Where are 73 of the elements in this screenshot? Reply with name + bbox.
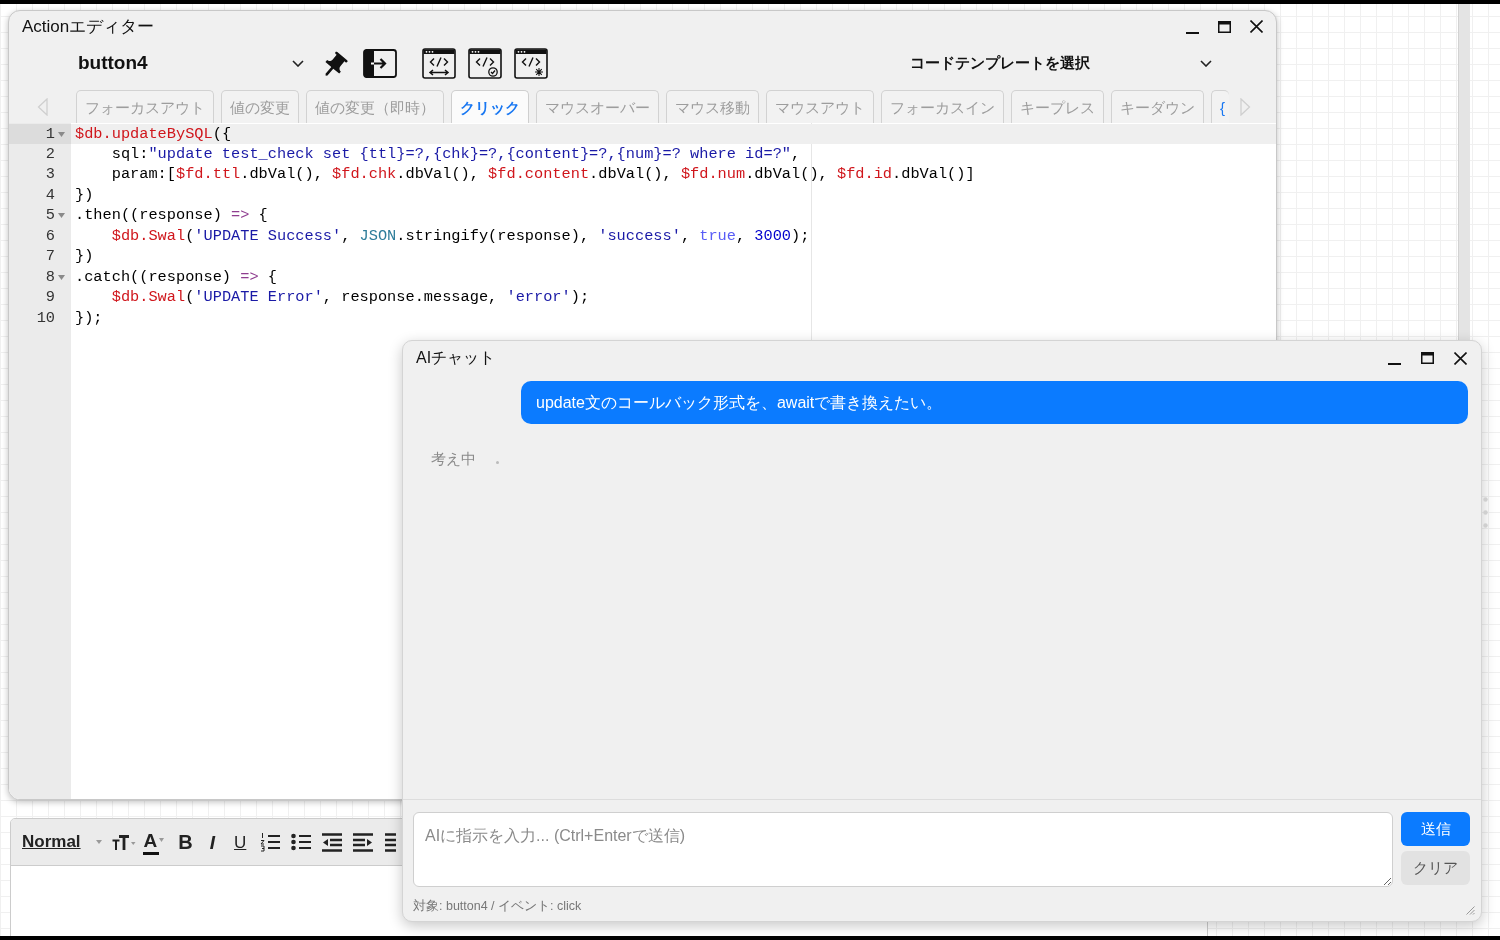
code-line: .then((response) => { (75, 208, 268, 224)
fold-arrow-icon[interactable] (57, 274, 65, 280)
ordered-list-icon[interactable] (260, 832, 281, 852)
code-window-sparkle-icon[interactable] (514, 47, 548, 79)
user-message: update文のコールバック形式を、awaitで書き換えたい。 (521, 381, 1468, 424)
code-line: $db.Swal('UPDATE Error', response.message, 'error'); (110, 290, 590, 306)
event-tab[interactable]: マウスオーバー (536, 90, 659, 123)
fold-arrow-icon[interactable] (57, 131, 65, 137)
arrow-into-box-icon[interactable] (363, 48, 397, 78)
maximize-icon[interactable] (1218, 20, 1231, 33)
target-select[interactable]: button4 (70, 46, 310, 80)
justify-icon[interactable] (385, 832, 397, 852)
close-icon[interactable] (1454, 351, 1467, 365)
code-window-check-icon[interactable] (468, 47, 502, 79)
caret-icon (95, 840, 102, 844)
bold-button[interactable]: B (178, 832, 193, 852)
code-line: }); (75, 310, 103, 326)
caret-icon (292, 59, 304, 67)
event-tab[interactable]: キーダウン (1111, 90, 1204, 123)
code-line: $db.Swal('UPDATE Success', JSON.stringify(response), 'success', true, 3000); (110, 228, 810, 245)
maximize-icon[interactable] (1421, 352, 1434, 364)
clear-button[interactable]: クリア (1401, 851, 1470, 885)
message-input[interactable]: AIに指示を入力... (Ctrl+Enterで送信) (413, 812, 1393, 887)
italic-button[interactable]: I (209, 832, 216, 852)
outdent-icon[interactable] (322, 832, 343, 852)
code-window-arrows-icon[interactable] (422, 47, 456, 79)
event-tab[interactable]: マウス移動 (666, 90, 759, 123)
drag-handle-icon[interactable] (1483, 497, 1488, 528)
indent-icon[interactable] (353, 832, 374, 852)
event-tab[interactable]: フォーカスイン (881, 90, 1004, 123)
line-number: 3 (45, 167, 55, 183)
line-number: 6 (45, 228, 55, 245)
event-tab[interactable]: 値の変更（即時） (306, 90, 444, 123)
template-select[interactable]: コードテンプレートを選択 (898, 46, 1218, 80)
event-tab[interactable]: マウスアウト (766, 90, 874, 123)
line-number: 4 (45, 187, 55, 204)
close-icon[interactable] (1250, 20, 1263, 33)
caret-icon (1200, 59, 1212, 67)
code-line: param:[$fd.ttl.dbVal(), $fd.chk.dbVal(), $fd.content.dbVal(), $fd.num.dbVal(), $fd.id.dbVal()] (110, 167, 975, 183)
event-tab[interactable]: フォーカスアウト (76, 90, 214, 123)
status-text: 考え中 (431, 449, 476, 469)
event-tab[interactable]: { (1211, 90, 1229, 123)
text-size-icon[interactable] (111, 834, 136, 850)
color-underline-icon (142, 851, 159, 855)
caret-icon (159, 838, 165, 842)
text-color-button[interactable]: A (143, 830, 165, 854)
code-line: $db.updateBySQL({ (75, 126, 232, 142)
event-tab[interactable]: 値の変更 (221, 90, 299, 123)
line-number: 1 (45, 126, 55, 142)
bullet-list-icon[interactable] (291, 833, 312, 851)
format-select[interactable]: Normal (22, 829, 102, 855)
line-number: 8 (45, 269, 55, 285)
line-number: 9 (45, 290, 55, 306)
code-line: }) (75, 249, 94, 265)
code-line: sql:"update test_check set {ttl}=?,{chk}=?,{content}=?,{num}=? where id=?", (110, 147, 801, 163)
resize-grip-icon[interactable] (1466, 906, 1475, 915)
line-number: 7 (45, 249, 55, 265)
context-text: 対象: button4 / イベント: click (413, 899, 582, 913)
window-title: AIチャット (416, 350, 496, 366)
line-number: 2 (45, 147, 55, 163)
minimize-icon[interactable] (1186, 31, 1199, 34)
underline-button[interactable]: U (234, 833, 247, 851)
event-tab[interactable]: クリック (451, 90, 529, 123)
code-line: .catch((response) => { (75, 269, 277, 285)
typing-dot-icon (496, 460, 499, 464)
line-number: 10 (36, 310, 55, 326)
event-tab[interactable]: キープレス (1011, 90, 1104, 123)
line-number: 5 (45, 208, 55, 224)
send-button[interactable]: 送信 (1401, 812, 1470, 846)
fold-arrow-icon[interactable] (57, 213, 65, 219)
pin-icon[interactable] (325, 49, 350, 77)
code-line: }) (75, 187, 94, 204)
window-title: Actionエディター (22, 18, 155, 35)
